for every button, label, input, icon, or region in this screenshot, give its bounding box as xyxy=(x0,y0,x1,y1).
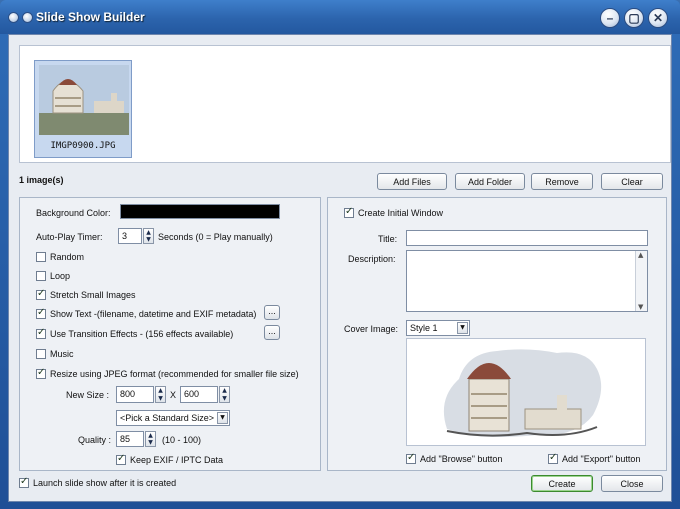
loop-label: Loop xyxy=(50,271,71,281)
image-count: 1 image(s) xyxy=(19,175,64,185)
resize-jpeg-label: Resize using JPEG format (recommended fo… xyxy=(50,369,299,379)
close-button[interactable]: Close xyxy=(601,475,663,492)
settings-panel: Background Color: Auto-Play Timer: 3 ▲ ▼ … xyxy=(19,197,321,471)
image-thumbnail[interactable]: IMGP0900.JPG xyxy=(34,60,132,158)
cover-image-preview xyxy=(406,338,646,446)
autoplay-label: Auto-Play Timer: xyxy=(36,232,103,242)
description-textarea[interactable]: ▲ ▼ xyxy=(406,250,648,312)
launch-after-create-checkbox[interactable] xyxy=(19,476,29,488)
background-color-swatch[interactable] xyxy=(120,204,280,219)
create-initial-window-checkbox[interactable] xyxy=(344,206,354,218)
title-label: Title: xyxy=(378,234,398,244)
quality-label: Quality : xyxy=(78,435,112,445)
show-text-label: Show Text -(filename, datetime and EXIF … xyxy=(50,309,257,319)
chevron-down-icon: ▼ xyxy=(457,322,468,334)
system-menu-icon[interactable] xyxy=(8,12,19,23)
loop-checkbox[interactable] xyxy=(36,271,46,281)
window-title: Slide Show Builder xyxy=(36,10,145,24)
background-color-label: Background Color: xyxy=(36,208,111,218)
quality-spinner[interactable]: ▲ ▼ xyxy=(145,431,156,447)
add-export-label: Add "Export" button xyxy=(562,454,641,464)
quality-range: (10 - 100) xyxy=(162,435,202,445)
add-browse-checkbox[interactable] xyxy=(406,452,416,464)
show-text-options-button[interactable]: ... xyxy=(264,305,280,320)
resize-jpeg-checkbox[interactable] xyxy=(36,367,46,379)
standard-size-value: <Pick a Standard Size> xyxy=(120,413,215,423)
scroll-down-icon[interactable]: ▼ xyxy=(638,303,643,311)
chevron-down-icon: ▼ xyxy=(217,412,228,424)
app-icon xyxy=(22,12,33,23)
slide-show-builder-window: Slide Show Builder – ▢ ✕ IMGP0900.JPG 1 … xyxy=(0,0,680,509)
close-window-button[interactable]: ✕ xyxy=(648,8,668,28)
image-filename: IMGP0900.JPG xyxy=(50,141,116,151)
random-label: Random xyxy=(50,252,85,262)
stretch-small-images-label: Stretch Small Images xyxy=(50,290,136,300)
music-label: Music xyxy=(50,349,74,359)
autoplay-hint: Seconds (0 = Play manually) xyxy=(158,232,273,242)
autoplay-spinner[interactable]: ▲ ▼ xyxy=(143,228,154,244)
launch-after-create-label: Launch slide show after it is created xyxy=(33,478,177,488)
music-checkbox[interactable] xyxy=(36,349,46,359)
size-separator: X xyxy=(170,390,177,400)
stretch-small-images-checkbox[interactable] xyxy=(36,288,46,300)
maximize-button[interactable]: ▢ xyxy=(624,8,644,28)
new-size-label: New Size : xyxy=(66,390,110,400)
add-browse-label: Add "Browse" button xyxy=(420,454,503,464)
transition-effects-checkbox[interactable] xyxy=(36,327,46,339)
add-export-checkbox[interactable] xyxy=(548,452,558,464)
create-initial-window-label: Create Initial Window xyxy=(358,208,444,218)
standard-size-dropdown[interactable]: <Pick a Standard Size> ▼ xyxy=(116,410,230,426)
image-list[interactable]: IMGP0900.JPG xyxy=(19,45,671,163)
cover-image-label: Cover Image: xyxy=(344,324,399,334)
cover-preview-image xyxy=(443,349,602,437)
cover-image-dropdown[interactable]: Style 1 ▼ xyxy=(406,320,470,336)
title-input[interactable] xyxy=(406,230,648,246)
photo-thumbnail-image xyxy=(39,65,129,135)
add-folder-button[interactable]: Add Folder xyxy=(455,173,525,190)
quality-input[interactable]: 85 xyxy=(116,431,144,447)
keep-exif-checkbox[interactable] xyxy=(116,453,126,465)
transition-effects-label: Use Transition Effects - (156 effects av… xyxy=(50,329,234,339)
minimize-button[interactable]: – xyxy=(600,8,620,28)
height-spinner[interactable]: ▲ ▼ xyxy=(219,386,230,403)
scroll-up-icon[interactable]: ▲ xyxy=(638,251,643,259)
dialog-body: IMGP0900.JPG 1 image(s) Add Files Add Fo… xyxy=(8,34,672,502)
autoplay-input[interactable]: 3 xyxy=(118,228,142,244)
clear-button[interactable]: Clear xyxy=(601,173,663,190)
title-bar[interactable]: Slide Show Builder – ▢ ✕ xyxy=(0,0,680,34)
cover-image-value: Style 1 xyxy=(410,323,438,333)
description-label: Description: xyxy=(348,254,396,264)
description-scrollbar[interactable]: ▲ ▼ xyxy=(635,251,647,311)
create-button[interactable]: Create xyxy=(531,475,593,492)
width-input[interactable]: 800 xyxy=(116,386,154,403)
add-files-button[interactable]: Add Files xyxy=(377,173,447,190)
transition-effects-options-button[interactable]: ... xyxy=(264,325,280,340)
random-checkbox[interactable] xyxy=(36,252,46,262)
remove-button[interactable]: Remove xyxy=(531,173,593,190)
height-input[interactable]: 600 xyxy=(180,386,218,403)
show-text-checkbox[interactable] xyxy=(36,307,46,319)
initial-window-panel: Create Initial Window Title: Description… xyxy=(327,197,667,471)
width-spinner[interactable]: ▲ ▼ xyxy=(155,386,166,403)
keep-exif-label: Keep EXIF / IPTC Data xyxy=(130,455,224,465)
